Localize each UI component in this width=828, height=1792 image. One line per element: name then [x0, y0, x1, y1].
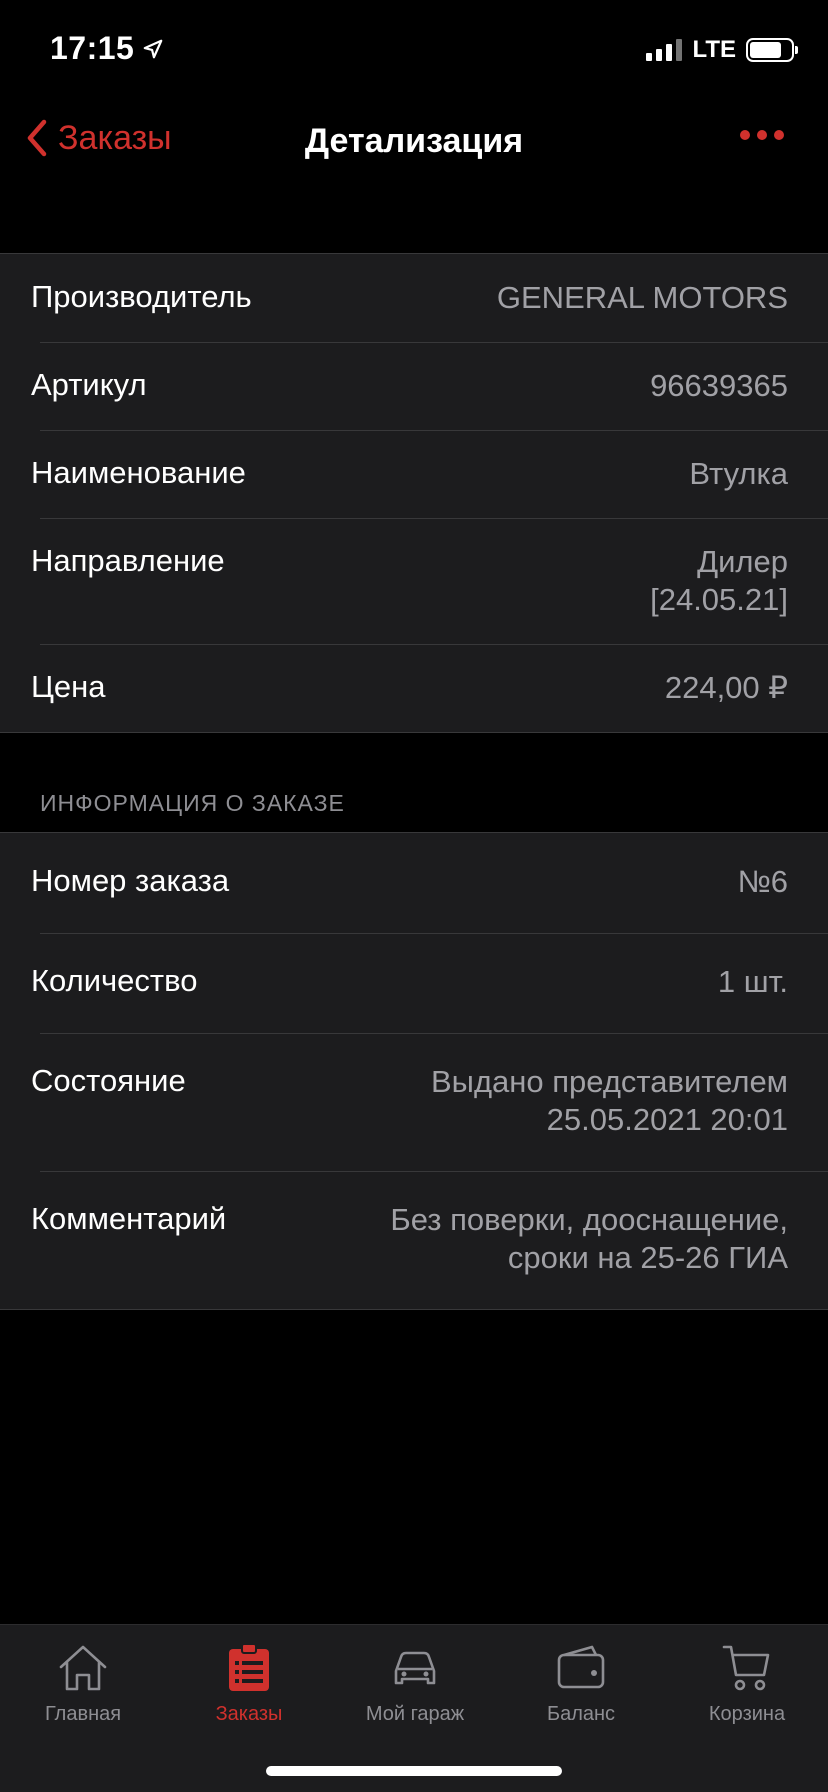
status-time-text: 17:15: [50, 30, 135, 66]
tab-label: Баланс: [546, 1703, 616, 1725]
order-label: Состояние: [31, 1063, 186, 1098]
order-value: №6: [737, 864, 789, 899]
wallet-icon: [557, 1645, 605, 1689]
order-label: Номер заказа: [31, 863, 230, 898]
more-dot-icon: [757, 130, 767, 140]
tab-home[interactable]: Главная: [0, 1641, 166, 1726]
more-dot-icon: [740, 130, 750, 140]
order-label: Количество: [31, 963, 198, 998]
detail-label: Цена: [31, 669, 106, 704]
detail-label: Наименование: [31, 455, 246, 490]
more-dot-icon: [774, 130, 784, 140]
home-indicator[interactable]: [266, 1766, 562, 1776]
screen: 17:15 LTE Заказы Детализация Производите…: [0, 0, 828, 1792]
detail-row-direction: Направление Дилер [24.05.21]: [0, 518, 828, 644]
tab-label: Заказы: [215, 1703, 283, 1725]
tab-balance[interactable]: Баланс: [498, 1641, 664, 1726]
cart-icon: [722, 1645, 770, 1691]
order-info-group: Номер заказа №6 Количество 1 шт. Состоян…: [0, 832, 828, 1310]
detail-label: Производитель: [31, 279, 252, 314]
order-value: Без поверки, дооснащение, сроки на 25-26…: [390, 1202, 788, 1275]
order-value: Выдано представителем 25.05.2021 20:01: [430, 1064, 788, 1137]
detail-row-manufacturer: Производитель GENERAL MOTORS: [0, 254, 828, 342]
detail-value: GENERAL MOTORS: [496, 280, 788, 315]
tab-label: Мой гараж: [365, 1703, 465, 1725]
order-row-number: Номер заказа №6: [0, 833, 828, 933]
orders-icon: [229, 1643, 269, 1691]
tab-my-garage[interactable]: Мой гараж: [332, 1641, 498, 1726]
battery-icon: [746, 38, 798, 62]
more-options-button[interactable]: [740, 130, 784, 140]
detail-value: 96639365: [650, 368, 788, 403]
order-row-comment: Комментарий Без поверки, дооснащение, ср…: [0, 1171, 828, 1309]
order-value: 1 шт.: [717, 964, 788, 999]
detail-label: Направление: [31, 543, 225, 578]
status-indicators: LTE: [646, 36, 798, 64]
detail-label: Артикул: [31, 367, 147, 402]
order-row-status: Состояние Выдано представителем 25.05.20…: [0, 1033, 828, 1171]
order-label: Комментарий: [31, 1201, 227, 1236]
tab-label: Корзина: [708, 1703, 786, 1725]
home-icon: [59, 1645, 107, 1691]
tab-orders[interactable]: Заказы: [166, 1641, 332, 1726]
section-header-order-info: ИНФОРМАЦИЯ О ЗАКАЗЕ: [40, 790, 345, 816]
detail-value: 224,00 ₽: [664, 670, 788, 705]
network-label: LTE: [692, 36, 736, 63]
navigation-bar: Заказы Детализация: [0, 100, 828, 200]
signal-icon: [646, 39, 683, 61]
car-icon: [394, 1651, 436, 1685]
status-bar: 17:15 LTE: [0, 0, 828, 100]
part-details-group: Производитель GENERAL MOTORS Артикул 966…: [0, 253, 828, 733]
tab-label: Главная: [44, 1703, 122, 1725]
tab-cart[interactable]: Корзина: [664, 1641, 828, 1726]
page-title: Детализация: [304, 122, 524, 160]
detail-row-article: Артикул 96639365: [0, 342, 828, 430]
order-row-quantity: Количество 1 шт.: [0, 933, 828, 1033]
detail-row-name: Наименование Втулка: [0, 430, 828, 518]
detail-value: Дилер [24.05.21]: [650, 544, 788, 617]
location-arrow-icon: [143, 39, 163, 58]
detail-value: Втулка: [689, 456, 788, 491]
status-time: 17:15: [50, 30, 164, 67]
detail-row-price: Цена 224,00 ₽: [0, 644, 828, 732]
